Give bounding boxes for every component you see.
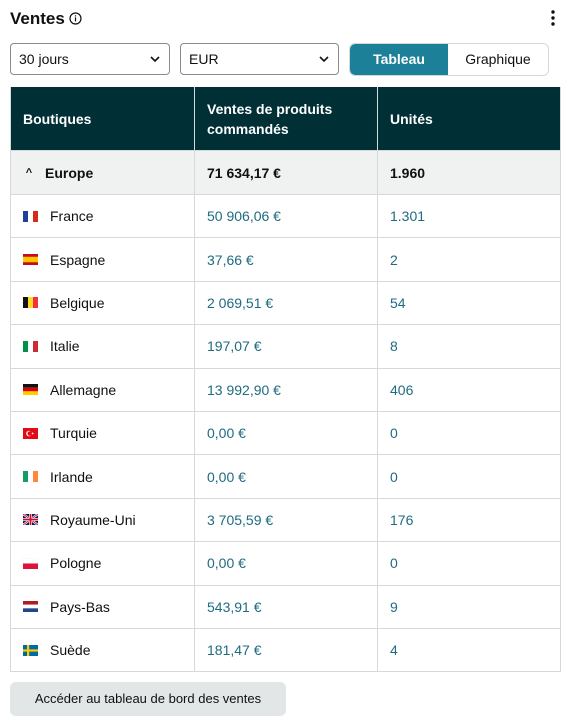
column-header-units[interactable]: Unités [377, 87, 560, 150]
sales-value: 37,66 € [194, 238, 377, 281]
widget-title: Ventes [10, 9, 65, 28]
store-cell: Belgique [11, 282, 194, 324]
store-name: Suède [50, 642, 91, 659]
store-name: Allemagne [50, 381, 117, 398]
period-select[interactable]: 30 jours [10, 43, 170, 75]
group-units: 1.960 [377, 151, 560, 194]
units-value: 4 [377, 628, 560, 672]
table-row[interactable]: Turquie 0,00 €0 [11, 410, 560, 455]
store-cell: Italie [11, 325, 194, 367]
flag-se-icon [23, 644, 38, 656]
units-value: 406 [377, 368, 560, 411]
group-name-cell: ^ Europe [11, 151, 194, 194]
group-name: Europe [45, 164, 94, 181]
chevron-up-icon[interactable]: ^ [23, 167, 35, 179]
units-value: 0 [377, 411, 560, 455]
flag-be-icon [23, 297, 38, 309]
store-cell: Allemagne [11, 369, 194, 411]
table-row[interactable]: Italie 197,07 €8 [11, 324, 560, 368]
sales-value: 50 906,06 € [194, 195, 377, 238]
units-value: 0 [377, 455, 560, 498]
table-row[interactable]: France 50 906,06 €1.301 [11, 194, 560, 238]
store-name: Royaume-Uni [50, 511, 136, 528]
units-value: 1.301 [377, 195, 560, 238]
store-cell: Turquie [11, 412, 194, 454]
store-name: Turquie [50, 425, 97, 442]
units-value: 2 [377, 238, 560, 281]
store-name: Espagne [50, 251, 106, 268]
table-row[interactable]: Pays-Bas 543,91 €9 [11, 584, 560, 628]
table-header: Boutiques Ventes de produits commandés U… [11, 87, 560, 150]
sales-value: 0,00 € [194, 542, 377, 585]
flag-nl-icon [23, 601, 38, 613]
tab-table[interactable]: Tableau [350, 44, 448, 75]
sales-value: 0,00 € [194, 455, 377, 498]
sales-value: 543,91 € [194, 585, 377, 628]
sales-table: Boutiques Ventes de produits commandés U… [10, 87, 561, 673]
units-value: 9 [377, 585, 560, 628]
period-select-value: 30 jours [19, 51, 69, 67]
table-row[interactable]: Irlande 0,00 €0 [11, 454, 560, 498]
flag-ie-icon [23, 471, 38, 483]
store-cell: France [11, 195, 194, 237]
flag-gb-icon [23, 514, 38, 526]
store-cell: Pologne [11, 542, 194, 584]
units-value: 54 [377, 281, 560, 325]
currency-select[interactable]: EUR [180, 43, 339, 75]
flag-it-icon [23, 340, 38, 352]
sales-value: 3 705,59 € [194, 498, 377, 542]
store-name: Pays-Bas [50, 598, 110, 615]
flag-fr-icon [23, 210, 38, 222]
sales-value: 197,07 € [194, 325, 377, 368]
store-cell: Pays-Bas [11, 586, 194, 628]
sales-value: 13 992,90 € [194, 368, 377, 411]
table-row[interactable]: Espagne 37,66 €2 [11, 237, 560, 281]
store-cell: Royaume-Uni [11, 499, 194, 541]
sales-value: 0,00 € [194, 411, 377, 455]
tab-chart[interactable]: Graphique [448, 44, 548, 75]
table-row[interactable]: Pologne 0,00 €0 [11, 541, 560, 585]
table-row[interactable]: Royaume-Uni 3 705,59 €176 [11, 497, 560, 542]
controls-bar: 30 jours EUR Tableau Graphique [10, 43, 550, 76]
table-row[interactable]: Suède 181,47 €4 [11, 627, 560, 672]
flag-pl-icon [23, 557, 38, 569]
column-header-stores[interactable]: Boutiques [11, 87, 194, 150]
group-row-europe[interactable]: ^ Europe 71 634,17 € 1.960 [11, 150, 560, 194]
chevron-down-icon [150, 56, 160, 63]
more-options-icon[interactable] [550, 9, 556, 27]
sales-value: 2 069,51 € [194, 281, 377, 325]
units-value: 176 [377, 498, 560, 542]
store-cell: Espagne [11, 238, 194, 280]
store-name: France [50, 208, 94, 225]
table-row[interactable]: Allemagne 13 992,90 €406 [11, 367, 560, 411]
store-name: Italie [50, 338, 80, 355]
sales-value: 181,47 € [194, 628, 377, 672]
store-name: Irlande [50, 468, 93, 485]
currency-select-value: EUR [189, 51, 219, 67]
widget-header: Ventes [10, 8, 560, 30]
units-value: 0 [377, 542, 560, 585]
view-toggle: Tableau Graphique [349, 43, 549, 76]
table-row[interactable]: Belgique 2 069,51 €54 [11, 280, 560, 325]
column-header-sales[interactable]: Ventes de produits commandés [194, 87, 377, 150]
store-cell: Suède [11, 629, 194, 671]
chevron-down-icon [319, 56, 329, 63]
group-sales: 71 634,17 € [194, 151, 377, 194]
store-name: Belgique [50, 294, 105, 311]
store-name: Pologne [50, 555, 102, 572]
units-value: 8 [377, 325, 560, 368]
info-icon[interactable] [69, 12, 82, 25]
store-cell: Irlande [11, 455, 194, 497]
flag-es-icon [23, 254, 38, 266]
sales-dashboard-button[interactable]: Accéder au tableau de bord des ventes [10, 682, 286, 716]
flag-de-icon [23, 384, 38, 396]
flag-tr-icon [23, 427, 38, 439]
